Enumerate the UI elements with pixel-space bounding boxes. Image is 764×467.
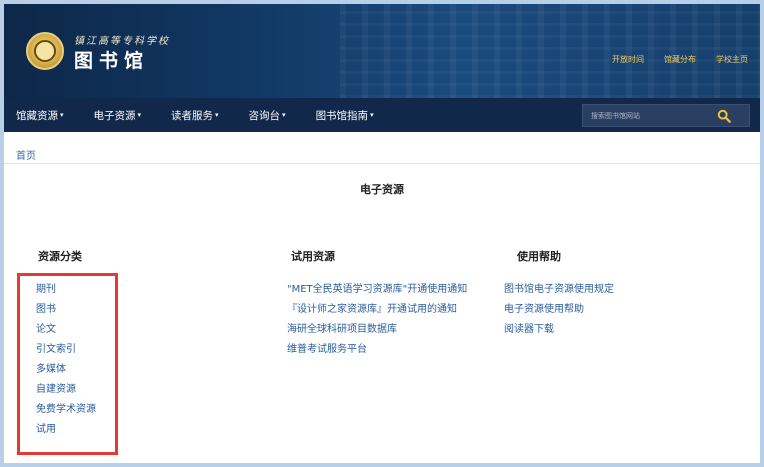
category-theses[interactable]: 论文 [36, 320, 96, 340]
nav-items: 馆藏资源 ▾ 电子资源 ▾ 读者服务 ▾ 咨询台 ▾ 图书馆指南 ▾ [16, 98, 404, 132]
search-icon[interactable] [717, 109, 731, 123]
heading-trial-resources: 试用资源 [291, 250, 335, 263]
page-title: 电子资源 [360, 183, 404, 196]
nav-item-e-resources[interactable]: 电子资源 ▾ [94, 98, 142, 132]
nav-item-collection[interactable]: 馆藏资源 ▾ [16, 98, 64, 132]
help-list: 图书馆电子资源使用规定 电子资源使用帮助 阅读器下载 [504, 280, 614, 340]
caret-down-icon: ▾ [60, 111, 64, 119]
school-name: 镇江高等专科学校 [74, 36, 170, 47]
divider [4, 163, 760, 164]
heading-usage-help: 使用帮助 [517, 250, 561, 263]
category-citation-index[interactable]: 引文索引 [36, 340, 96, 360]
trial-met-english[interactable]: "MET全民英语学习资源库"开通使用通知 [287, 280, 467, 300]
caret-down-icon: ▾ [137, 111, 142, 119]
nav-label: 馆藏资源 [16, 109, 58, 122]
category-free-academic[interactable]: 免费学术资源 [36, 400, 96, 420]
nav-label: 电子资源 [93, 109, 136, 122]
trial-weipu-exam[interactable]: 维普考试服务平台 [287, 340, 467, 360]
browser-frame: 镇江高等专科学校 图书馆 开放时间 馆藏分布 学校主页 馆藏资源 ▾ 电子资源 ▾ … [0, 0, 764, 467]
top-link-hours[interactable]: 开放时间 [612, 54, 644, 65]
nav-item-help-desk[interactable]: 咨询台 ▾ [249, 98, 286, 132]
search-box [582, 104, 750, 127]
library-title[interactable]: 图书馆 [74, 46, 149, 73]
nav-label: 图书馆指南 [315, 109, 369, 122]
nav-item-reader-services[interactable]: 读者服务 ▾ [171, 98, 219, 132]
category-journals[interactable]: 期刊 [36, 280, 96, 300]
heading-categories: 资源分类 [38, 250, 82, 263]
header-background [340, 4, 760, 98]
caret-down-icon: ▾ [370, 111, 374, 119]
site-header: 镇江高等专科学校 图书馆 开放时间 馆藏分布 学校主页 [4, 4, 760, 98]
trial-list: "MET全民英语学习资源库"开通使用通知 『设计师之家资源库』开通试用的通知 海… [287, 280, 467, 360]
category-multimedia[interactable]: 多媒体 [36, 360, 96, 380]
top-links: 开放时间 馆藏分布 学校主页 [612, 54, 748, 65]
help-reader-download[interactable]: 阅读器下载 [504, 320, 614, 340]
category-self-built[interactable]: 自建资源 [36, 380, 96, 400]
help-usage-guide[interactable]: 电子资源使用帮助 [504, 300, 614, 320]
caret-down-icon: ▾ [282, 111, 286, 119]
main-nav: 馆藏资源 ▾ 电子资源 ▾ 读者服务 ▾ 咨询台 ▾ 图书馆指南 ▾ [4, 98, 760, 132]
trial-designer-home[interactable]: 『设计师之家资源库』开通试用的通知 [287, 300, 467, 320]
breadcrumb-home[interactable]: 首页 [16, 147, 36, 162]
nav-item-library-guide[interactable]: 图书馆指南 ▾ [316, 98, 374, 132]
top-link-collection[interactable]: 馆藏分布 [664, 54, 696, 65]
category-trial[interactable]: 试用 [36, 420, 96, 440]
help-usage-rules[interactable]: 图书馆电子资源使用规定 [504, 280, 614, 300]
top-link-school-home[interactable]: 学校主页 [716, 54, 748, 65]
nav-label: 读者服务 [171, 109, 214, 122]
trial-haiyan-research[interactable]: 海研全球科研项目数据库 [287, 320, 467, 340]
caret-down-icon: ▾ [215, 111, 219, 119]
seal-inner [34, 40, 56, 62]
search-input[interactable] [591, 109, 711, 123]
category-books[interactable]: 图书 [36, 300, 96, 320]
nav-label: 咨询台 [248, 109, 281, 122]
category-list: 期刊 图书 论文 引文索引 多媒体 自建资源 免费学术资源 试用 [36, 280, 96, 440]
school-seal-icon[interactable] [26, 32, 64, 70]
